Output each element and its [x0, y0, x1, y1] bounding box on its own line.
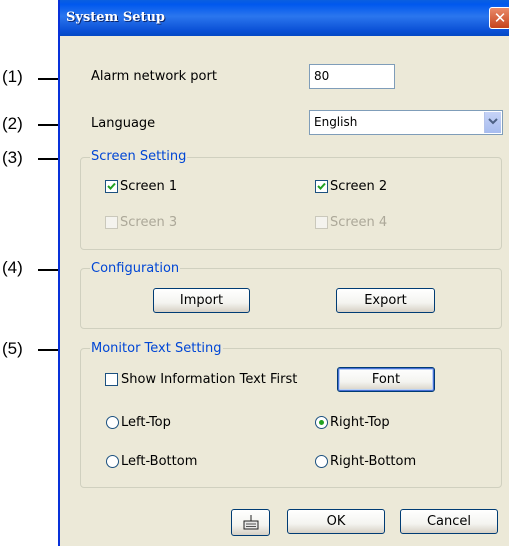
close-icon: ✕: [493, 9, 507, 27]
left-top-radio[interactable]: [106, 416, 119, 429]
system-setup-dialog: System Setup ✕ Alarm network port 80 Lan…: [58, 0, 509, 546]
configuration-group: [80, 268, 502, 329]
callout-2: (2): [2, 114, 23, 133]
screen-4-checkbox[interactable]: [315, 216, 328, 229]
screen-setting-title: Screen Setting: [90, 149, 188, 164]
show-info-label: Show Information Text First: [121, 372, 298, 387]
chevron-down-icon[interactable]: [484, 112, 501, 133]
keyboard-icon: [243, 515, 259, 534]
alarm-port-input[interactable]: 80: [309, 64, 395, 89]
cancel-button[interactable]: Cancel: [400, 509, 498, 534]
language-selected-value: English: [314, 115, 358, 129]
screen-setting-group: [80, 157, 502, 250]
title-bar[interactable]: System Setup ✕: [60, 0, 509, 36]
import-button[interactable]: Import: [153, 288, 250, 313]
screen-2-label: Screen 2: [330, 179, 388, 194]
callout-5: (5): [2, 339, 23, 358]
alarm-port-value: 80: [314, 69, 330, 83]
show-info-checkbox[interactable]: [105, 373, 118, 386]
keyboard-button[interactable]: [231, 509, 270, 536]
font-button[interactable]: Font: [337, 367, 435, 392]
radio-selected-dot: [319, 420, 324, 425]
screen-1-label: Screen 1: [120, 179, 178, 194]
screen-3-label: Screen 3: [120, 215, 178, 230]
alarm-port-label: Alarm network port: [91, 69, 217, 84]
callout-4: (4): [2, 258, 23, 277]
close-button[interactable]: ✕: [489, 7, 509, 29]
screen-2-checkbox[interactable]: [315, 180, 328, 193]
left-top-label: Left-Top: [121, 415, 171, 430]
right-bottom-radio[interactable]: [315, 455, 328, 468]
monitor-text-title: Monitor Text Setting: [90, 341, 223, 356]
right-top-radio[interactable]: [315, 416, 328, 429]
callout-3: (3): [2, 148, 23, 167]
left-bottom-radio[interactable]: [106, 455, 119, 468]
right-top-label: Right-Top: [330, 415, 390, 430]
configuration-title: Configuration: [90, 261, 181, 276]
language-label: Language: [91, 116, 156, 131]
right-bottom-label: Right-Bottom: [330, 454, 417, 469]
language-select[interactable]: English: [309, 110, 503, 135]
left-bottom-label: Left-Bottom: [121, 454, 198, 469]
ok-button[interactable]: OK: [287, 509, 385, 534]
window-title: System Setup: [66, 10, 166, 25]
callout-1: (1): [2, 67, 23, 86]
screen-4-label: Screen 4: [330, 215, 388, 230]
export-button[interactable]: Export: [336, 288, 435, 313]
screen-1-checkbox[interactable]: [105, 180, 118, 193]
screen-3-checkbox[interactable]: [105, 216, 118, 229]
